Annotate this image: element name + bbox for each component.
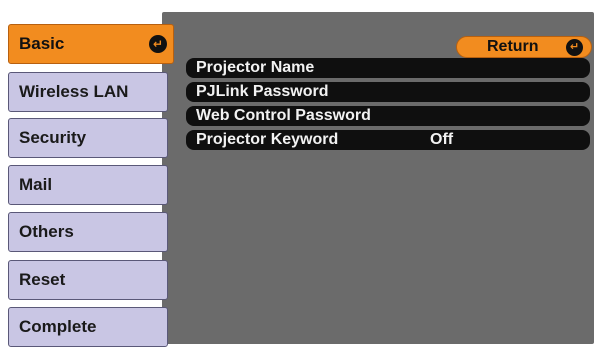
setting-value: Off [430, 131, 454, 148]
enter-icon: ↵ [149, 35, 167, 53]
sidebar: Basic ↵ Wireless LAN Security Mail Other… [8, 24, 174, 354]
sidebar-item-label: Mail [19, 175, 53, 194]
setting-row-projector-name[interactable]: Projector Name [186, 58, 590, 78]
projector-network-screen: Basic ↵ Wireless LAN Security Mail Other… [0, 0, 603, 354]
sidebar-item-wireless-lan[interactable]: Wireless LAN [8, 72, 168, 112]
setting-label: PJLink Password [196, 83, 329, 100]
setting-row-pjlink-password[interactable]: PJLink Password [186, 82, 590, 102]
sidebar-item-label: Security [19, 128, 87, 147]
settings-list: Projector Name PJLink Password Web Contr… [186, 58, 590, 154]
enter-icon: ↵ [566, 39, 583, 56]
sidebar-item-security[interactable]: Security [8, 118, 168, 158]
return-button-label: Return [487, 38, 539, 55]
sidebar-item-label: Complete [19, 317, 97, 336]
setting-label: Projector Keyword [196, 131, 339, 148]
sidebar-item-label: Reset [19, 270, 66, 289]
setting-label: Web Control Password [196, 107, 371, 124]
setting-label: Projector Name [196, 59, 315, 76]
sidebar-item-mail[interactable]: Mail [8, 165, 168, 205]
sidebar-item-reset[interactable]: Reset [8, 260, 168, 300]
sidebar-item-others[interactable]: Others [8, 212, 168, 252]
sidebar-item-label: Wireless LAN [19, 82, 129, 101]
sidebar-item-label: Others [19, 222, 74, 241]
setting-row-web-control-password[interactable]: Web Control Password [186, 106, 590, 126]
return-button[interactable]: Return ↵ [456, 36, 592, 58]
sidebar-item-label: Basic [19, 34, 65, 53]
sidebar-item-basic[interactable]: Basic ↵ [8, 24, 174, 64]
sidebar-item-complete[interactable]: Complete [8, 307, 168, 347]
setting-row-projector-keyword[interactable]: Projector Keyword Off [186, 130, 590, 150]
